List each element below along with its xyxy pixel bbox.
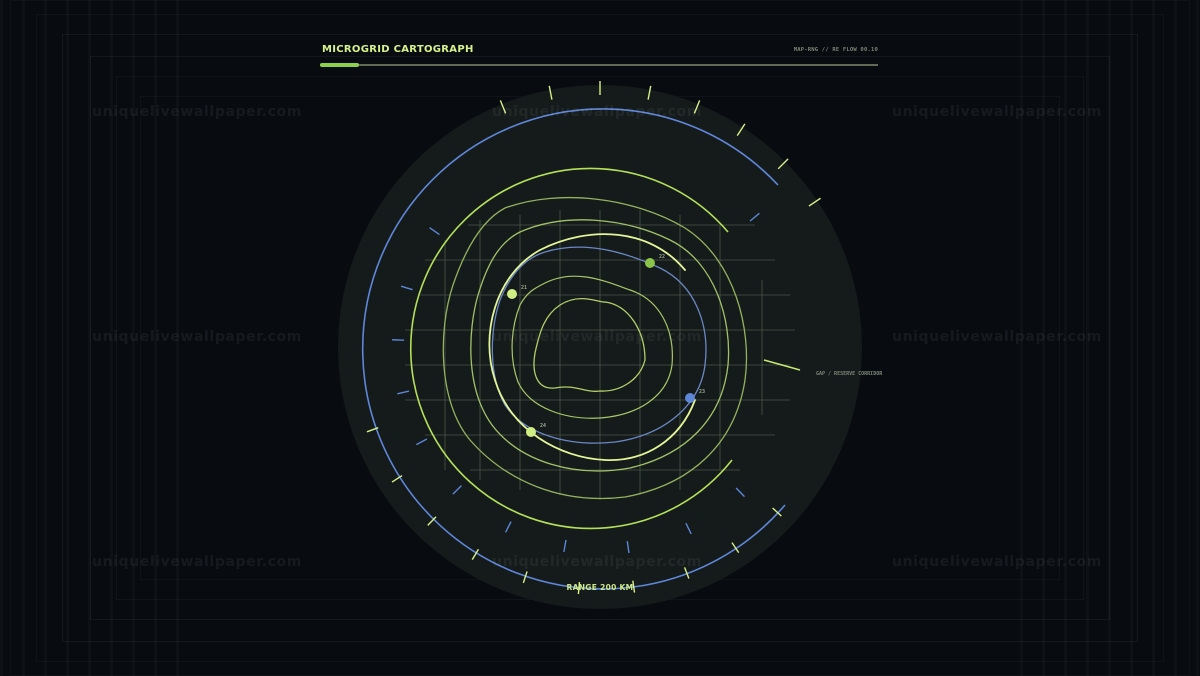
watermark: uniquelivewallpaper.com bbox=[492, 329, 702, 345]
watermark: uniquelivewallpaper.com bbox=[92, 329, 302, 345]
watermark: uniquelivewallpaper.com bbox=[892, 329, 1102, 345]
node-label: 22 bbox=[659, 254, 665, 260]
node-marker[interactable] bbox=[526, 427, 536, 437]
node-marker[interactable] bbox=[507, 289, 517, 299]
watermark: uniquelivewallpaper.com bbox=[92, 554, 302, 570]
watermark: uniquelivewallpaper.com bbox=[892, 554, 1102, 570]
watermark: uniquelivewallpaper.com bbox=[492, 104, 702, 120]
watermark: uniquelivewallpaper.com bbox=[492, 554, 702, 570]
node-label: 24 bbox=[540, 423, 546, 429]
watermark: uniquelivewallpaper.com bbox=[892, 104, 1102, 120]
node-marker[interactable] bbox=[645, 258, 655, 268]
corridor-label: GAP / RESERVE CORRIDOR bbox=[816, 371, 883, 377]
node-label: 21 bbox=[521, 285, 527, 291]
node-label: 23 bbox=[699, 389, 705, 395]
range-label: RANGE 200 KM bbox=[567, 583, 634, 592]
watermark: uniquelivewallpaper.com bbox=[92, 104, 302, 120]
node-marker[interactable] bbox=[685, 393, 695, 403]
